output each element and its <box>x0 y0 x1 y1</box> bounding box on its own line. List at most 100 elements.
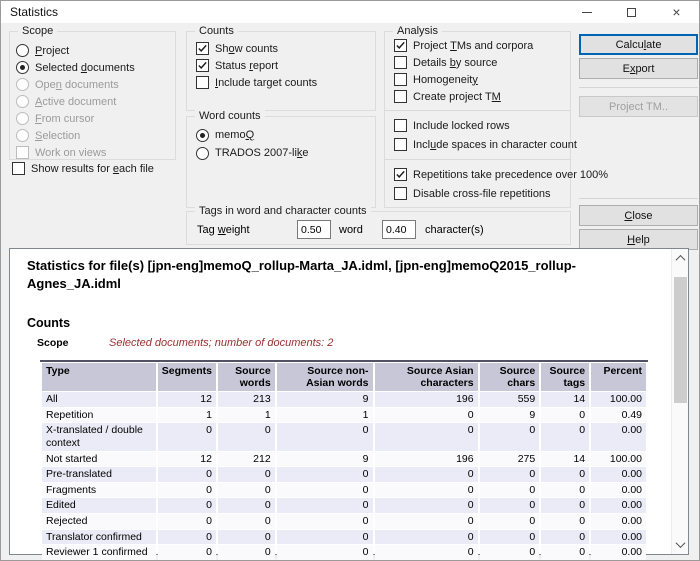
table-row-all: All12213919655914100.00 <box>42 392 646 407</box>
checkbox-control[interactable] <box>394 168 407 181</box>
table-cell: 0 <box>480 545 540 560</box>
scope-options-list: ProjectSelected documentsOpen documentsA… <box>10 32 175 161</box>
table-cell: Repetition <box>42 408 156 423</box>
table-cell: 212 <box>218 452 275 467</box>
checkbox-control[interactable] <box>394 90 407 103</box>
table-row-x-translated-double-context: X-translated / double context0000000.00 <box>42 423 646 450</box>
checkbox-homogeneity[interactable]: Homogeneity <box>394 71 570 88</box>
radio-trados-2007-like[interactable]: TRADOS 2007-like <box>196 144 375 162</box>
table-cell: 0 <box>277 467 373 482</box>
radio-memoq[interactable]: memoQ <box>196 126 375 144</box>
table-cell: 0.00 <box>591 483 646 498</box>
project-tm-button: Project TM.. <box>579 96 698 117</box>
table-cell: 0 <box>277 483 373 498</box>
minimize-icon <box>582 12 592 13</box>
table-cell: 0 <box>158 545 216 560</box>
table-cell: 0 <box>218 514 275 529</box>
radio-selected-documents[interactable]: Selected documents <box>16 59 175 76</box>
word-unit-label: word <box>339 224 363 236</box>
checkbox-status-report[interactable]: Status report <box>196 57 375 74</box>
checkbox-project-tms-and-corpora[interactable]: Project TMs and corpora <box>394 37 570 54</box>
table-row-edited: Edited0000000.00 <box>42 498 646 513</box>
radio-selection: Selection <box>16 127 175 144</box>
option-label: Repetitions take precedence over 100% <box>413 169 608 181</box>
table-cell: 0 <box>541 530 589 545</box>
table-cell: 0 <box>218 483 275 498</box>
checkbox-control[interactable] <box>394 56 407 69</box>
table-cell: 0 <box>158 498 216 513</box>
table-cell: 213 <box>218 392 275 407</box>
table-cell: 0 <box>541 423 589 450</box>
checkbox-disable-cross-file-repetitions[interactable]: Disable cross-file repetitions <box>394 184 570 203</box>
chevron-down-icon <box>676 538 686 548</box>
radio-project[interactable]: Project <box>16 42 175 59</box>
checkbox-details-by-source[interactable]: Details by source <box>394 54 570 71</box>
checkbox-control[interactable] <box>394 119 407 132</box>
radio-control[interactable] <box>196 129 209 142</box>
radio-control[interactable] <box>196 147 209 160</box>
tag-weight-char-input[interactable] <box>382 220 416 239</box>
checkbox-control[interactable] <box>394 39 407 52</box>
table-cell: 100.00 <box>591 392 646 407</box>
scroll-down-button[interactable] <box>672 536 689 553</box>
table-header-row: TypeSegmentsSource wordsSource non-Asian… <box>42 363 646 391</box>
table-cell: Edited <box>42 498 156 513</box>
checkbox-control[interactable] <box>196 42 209 55</box>
vertical-scrollbar[interactable] <box>671 249 688 554</box>
tag-weight-word-input[interactable] <box>297 220 331 239</box>
analysis-section-3: Repetitions take precedence over 100%Dis… <box>385 159 570 208</box>
scrollbar-thumb[interactable] <box>674 277 687 403</box>
radio-control[interactable] <box>16 44 29 57</box>
analysis-group-label: Analysis <box>393 25 442 37</box>
checkbox-create-project-tm[interactable]: Create project TM <box>394 88 570 105</box>
minimize-button[interactable] <box>564 1 609 23</box>
radio-control <box>16 129 29 142</box>
table-row-pre-translated: Pre-translated0000000.00 <box>42 467 646 482</box>
characters-unit-label: character(s) <box>425 224 484 236</box>
radio-control[interactable] <box>16 61 29 74</box>
table-cell: 0 <box>218 467 275 482</box>
word-counts-group-label: Word counts <box>195 110 265 122</box>
table-cell: 12 <box>158 392 216 407</box>
checkbox-control[interactable] <box>394 187 407 200</box>
checkbox-control[interactable] <box>196 59 209 72</box>
table-cell: 0 <box>541 408 589 423</box>
table-cell: 0 <box>158 467 216 482</box>
checkbox-include-spaces-in-character-count[interactable]: Include spaces in character count <box>394 135 570 154</box>
table-cell: Reviewer 1 confirmed <box>42 545 156 560</box>
titlebar: Statistics × <box>1 1 699 23</box>
export-button[interactable]: Export <box>579 58 698 79</box>
checkbox-include-target-counts[interactable]: Include target counts <box>196 74 375 91</box>
column-header-percent: Percent <box>591 363 646 391</box>
checkbox-control[interactable] <box>12 162 25 175</box>
checkbox-control[interactable] <box>394 73 407 86</box>
checkbox-control[interactable] <box>394 138 407 151</box>
checkbox-show-results-for-each-file[interactable]: Show results for each file <box>12 160 154 177</box>
option-label: Create project TM <box>413 91 501 103</box>
calculate-button[interactable]: Calculate <box>579 34 698 55</box>
close-dialog-button[interactable]: Close <box>579 205 698 226</box>
table-cell: 0 <box>375 408 478 423</box>
table-cell: 0.00 <box>591 530 646 545</box>
checkbox-show-counts[interactable]: Show counts <box>196 40 375 57</box>
table-cell: 0 <box>480 467 540 482</box>
analysis-sections: Project TMs and corporaDetails by source… <box>385 32 570 208</box>
scroll-up-button[interactable] <box>672 250 689 267</box>
help-button[interactable]: Help <box>579 229 698 250</box>
option-label: Include target counts <box>215 77 317 89</box>
table-cell: 0 <box>541 514 589 529</box>
checkbox-repetitions-take-precedence-over-100[interactable]: Repetitions take precedence over 100% <box>394 165 570 184</box>
table-cell: 1 <box>218 408 275 423</box>
table-cell: 0 <box>375 483 478 498</box>
scope-label: Scope <box>37 337 109 349</box>
checkbox-include-locked-rows[interactable]: Include locked rows <box>394 116 570 135</box>
checkbox-control[interactable] <box>196 76 209 89</box>
maximize-button[interactable] <box>609 1 654 23</box>
radio-control <box>16 95 29 108</box>
table-cell: 0.00 <box>591 545 646 560</box>
table-cell: 12 <box>158 452 216 467</box>
radio-control <box>16 112 29 125</box>
close-button[interactable]: × <box>654 1 699 23</box>
statistics-dialog: Statistics × Scope ProjectSelected docum… <box>0 0 700 561</box>
scope-group-label: Scope <box>18 25 57 37</box>
